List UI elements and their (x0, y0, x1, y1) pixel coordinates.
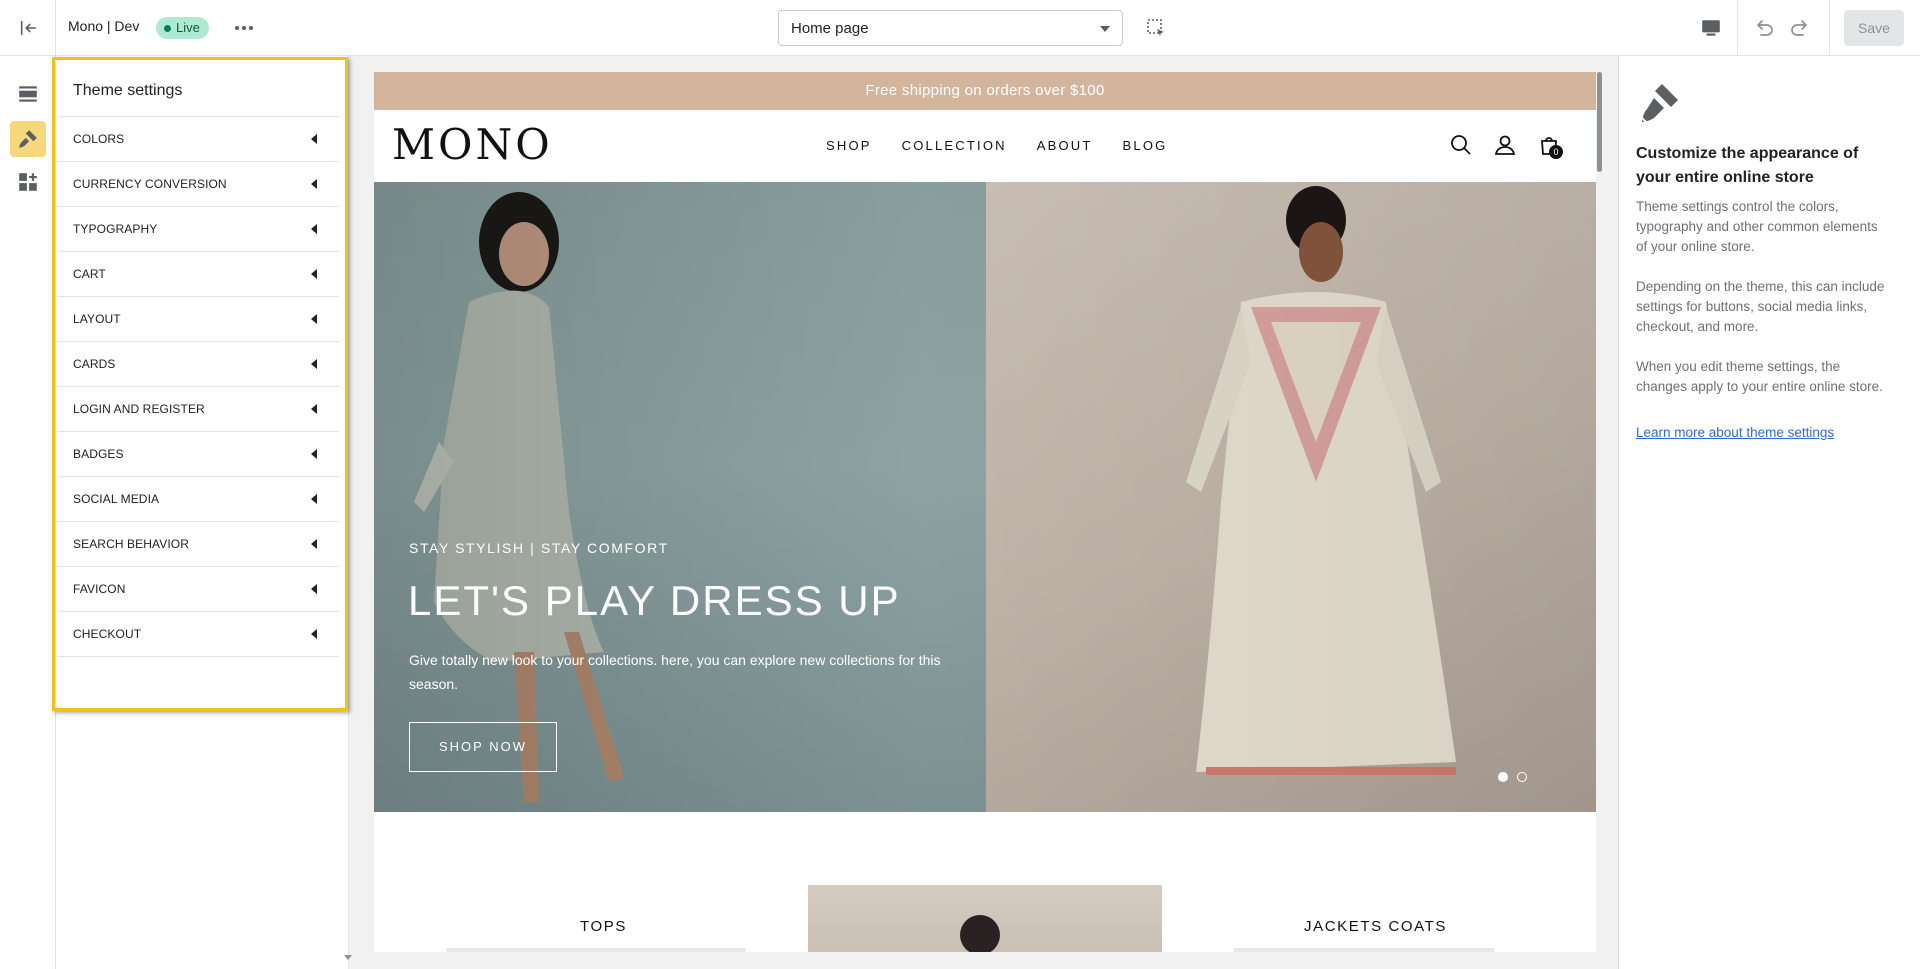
scroll-down-arrow[interactable] (344, 955, 352, 960)
sections-icon (19, 86, 37, 102)
exit-icon (20, 20, 36, 36)
caret-left-icon (311, 224, 317, 234)
hero-title: LET'S PLAY DRESS UP (408, 577, 901, 624)
collection-model (960, 915, 1000, 952)
status-badge: Live (156, 17, 209, 39)
search-icon[interactable] (1450, 134, 1472, 156)
collection-tops-description (446, 948, 746, 952)
caret-left-icon (311, 629, 317, 639)
settings-item-layout[interactable]: LAYOUT (57, 297, 339, 342)
info-paragraph-1: Theme settings control the colors, typog… (1636, 199, 1878, 254)
caret-left-icon (311, 449, 317, 459)
info-panel (1618, 56, 1920, 969)
status-dot (164, 24, 171, 32)
template-select[interactable]: Home page (778, 10, 1123, 46)
collection-jackets-description (1234, 948, 1494, 952)
save-button[interactable]: Save (1844, 10, 1904, 46)
settings-item-favicon[interactable]: FAVICON (57, 567, 339, 612)
settings-item-search-behavior[interactable]: SEARCH BEHAVIOR (57, 522, 339, 567)
store-preview: Free shipping on orders over $100 MONO S… (374, 72, 1596, 952)
settings-list: COLORS CURRENCY CONVERSION TYPOGRAPHY CA… (57, 116, 339, 657)
theme-settings-button[interactable] (10, 121, 46, 157)
collection-image[interactable] (808, 885, 1162, 952)
more-icon (235, 26, 239, 30)
top-bar: Mono | Dev Live Home page Save (0, 0, 1920, 56)
status-badge-label: Live (176, 20, 200, 35)
slide-dots (1498, 772, 1527, 782)
exit-button[interactable] (0, 0, 56, 56)
info-title: Customize the appearance of your entire … (1636, 145, 1859, 186)
slide-dot-2[interactable] (1517, 772, 1527, 782)
panel-title: Theme settings (73, 82, 183, 99)
hero-text: Give totally new look to your collection… (409, 652, 941, 692)
sections-button[interactable] (10, 76, 46, 112)
learn-more-link[interactable]: Learn more about theme settings (1636, 425, 1834, 440)
toolbar-divider (1829, 0, 1830, 56)
redo-icon[interactable] (1788, 16, 1812, 40)
preview-scrollbar[interactable] (1597, 72, 1602, 172)
caret-left-icon (311, 539, 317, 549)
settings-item-cart[interactable]: CART (57, 252, 339, 297)
cart-button[interactable]: 0 (1538, 134, 1563, 159)
settings-item-social-media[interactable]: SOCIAL MEDIA (57, 477, 339, 522)
theme-settings-icon (19, 130, 37, 148)
caret-left-icon (311, 494, 317, 504)
settings-item-cards[interactable]: CARDS (57, 342, 339, 387)
caret-left-icon (311, 314, 317, 324)
caret-left-icon (311, 584, 317, 594)
caret-left-icon (311, 404, 317, 414)
caret-left-icon (311, 269, 317, 279)
store-name: Mono | Dev (68, 18, 140, 34)
nav-shop[interactable]: SHOP (826, 138, 872, 153)
slide-dot-1[interactable] (1498, 772, 1508, 782)
store-logo[interactable]: MONO (392, 120, 553, 169)
hero-subtitle: STAY STYLISH | STAY COMFORT (409, 540, 669, 556)
settings-item-colors[interactable]: COLORS (57, 117, 339, 162)
caret-left-icon (311, 359, 317, 369)
paintbrush-icon (1639, 84, 1678, 123)
collection-tops[interactable]: TOPS (580, 918, 627, 935)
settings-item-badges[interactable]: BADGES (57, 432, 339, 477)
main-nav: SHOP COLLECTION ABOUT BLOG (826, 138, 1167, 153)
toolbar-divider (1737, 0, 1738, 56)
more-actions-button[interactable] (230, 16, 258, 40)
app-embeds-icon (19, 173, 37, 191)
store-header: MONO SHOP COLLECTION ABOUT BLOG 0 (374, 110, 1596, 182)
caret-left-icon (311, 134, 317, 144)
hero-overlay (374, 182, 1596, 812)
settings-item-currency-conversion[interactable]: CURRENCY CONVERSION (57, 162, 339, 207)
shop-now-button[interactable]: SHOP NOW (409, 722, 557, 772)
nav-blog[interactable]: BLOG (1123, 138, 1168, 153)
hero-slideshow: STAY STYLISH | STAY COMFORT LET'S PLAY D… (374, 182, 1596, 812)
caret-left-icon (311, 179, 317, 189)
sidebar-rail (0, 56, 56, 969)
collection-jackets-coats[interactable]: JACKETS COATS (1304, 918, 1447, 935)
settings-item-typography[interactable]: TYPOGRAPHY (57, 207, 339, 252)
settings-item-login-and-register[interactable]: LOGIN AND REGISTER (57, 387, 339, 432)
settings-item-checkout[interactable]: CHECKOUT (57, 612, 339, 657)
account-icon[interactable] (1494, 134, 1516, 156)
cart-count: 0 (1549, 145, 1563, 159)
app-embeds-button[interactable] (10, 164, 46, 200)
info-paragraph-2: Depending on the theme, this can include… (1636, 279, 1885, 334)
inspector-icon[interactable] (1146, 18, 1166, 38)
nav-about[interactable]: ABOUT (1037, 138, 1093, 153)
header-icons: 0 (1450, 134, 1563, 159)
info-paragraph-3: When you edit theme settings, the change… (1636, 359, 1883, 394)
template-select-value: Home page (791, 20, 869, 37)
undo-icon[interactable] (1752, 16, 1776, 40)
announcement-bar: Free shipping on orders over $100 (374, 72, 1596, 110)
nav-collection[interactable]: COLLECTION (902, 138, 1007, 153)
chevron-down-icon (1100, 26, 1110, 32)
desktop-icon[interactable] (1700, 17, 1722, 39)
